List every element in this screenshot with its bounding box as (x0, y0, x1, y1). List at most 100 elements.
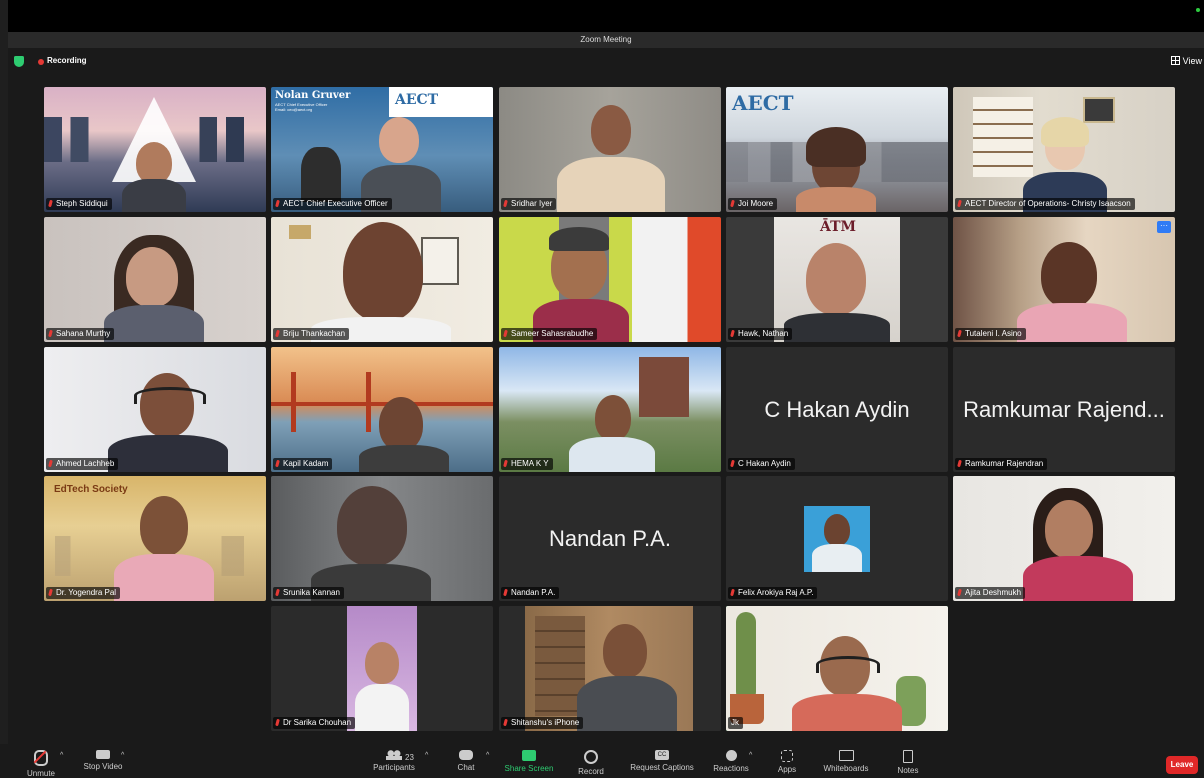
apps-button[interactable]: Apps (772, 750, 802, 774)
tamu-logo: ĀTM (820, 219, 857, 235)
video-tile[interactable]: Shitanshu's iPhone (499, 606, 721, 731)
participant-name: Briju Thankachan (273, 328, 350, 340)
video-tile[interactable]: Nandan P.A. Nandan P.A. (499, 476, 721, 601)
muted-mic-icon (275, 718, 280, 727)
video-feed (953, 87, 1175, 212)
video-feed (953, 476, 1175, 601)
video-tile[interactable]: Briju Thankachan (271, 217, 493, 342)
participant-name: Sahana Murthy (46, 328, 115, 340)
leave-button[interactable]: Leave (1166, 756, 1198, 774)
muted-mic-icon (730, 199, 735, 208)
record-button[interactable]: Record (572, 750, 610, 776)
video-feed (525, 606, 693, 731)
edtech-society-logo: EdTech Society (54, 484, 128, 495)
view-button[interactable]: View (1170, 56, 1202, 66)
video-tile[interactable]: ··· Tutaleni I. Asino (953, 217, 1175, 342)
video-feed (499, 347, 721, 472)
participant-name: HEMA K Y (501, 458, 553, 470)
muted-mic-icon (275, 329, 280, 338)
unmute-button[interactable]: Unmute (22, 750, 60, 778)
muted-mic-icon (275, 588, 280, 597)
video-feed: ĀTM (726, 217, 948, 342)
participant-name: Tutaleni I. Asino (955, 328, 1026, 340)
video-tile[interactable]: Ahmed Lachheb (44, 347, 266, 472)
meeting-toolbar: Unmute ^ Stop Video ^ Participants 23 ^ … (0, 744, 1204, 778)
video-tile-active-speaker[interactable]: Jk (726, 606, 948, 731)
record-icon (584, 750, 598, 764)
participant-name: Steph Siddiqui (46, 198, 112, 210)
participant-name: Ahmed Lachheb (46, 458, 119, 470)
audio-options-chevron-icon[interactable]: ^ (60, 752, 63, 759)
more-options-button[interactable]: ··· (1157, 221, 1171, 233)
muted-mic-icon (275, 459, 280, 468)
muted-mic-icon (48, 459, 53, 468)
share-screen-button[interactable]: Share Screen (500, 750, 558, 773)
video-feed (271, 347, 493, 472)
video-tile[interactable]: Ramkumar Rajend... Ramkumar Rajendran (953, 347, 1175, 472)
notes-label: Notes (897, 766, 919, 775)
shield-icon[interactable] (14, 56, 24, 67)
profile-photo (804, 506, 870, 572)
video-tile[interactable]: Nolan Gruver AECT Chief Executive Office… (271, 87, 493, 212)
chat-chevron-icon[interactable]: ^ (486, 752, 489, 759)
video-tile[interactable]: Dr Sarika Chouhan (271, 606, 493, 731)
video-tile[interactable]: Felix Arokiya Raj A.P. (726, 476, 948, 601)
video-tile[interactable]: Sameer Sahasrabudhe (499, 217, 721, 342)
participant-name: Dr. Yogendra Pal (46, 587, 121, 599)
muted-mic-icon (503, 459, 508, 468)
participant-name: Felix Arokiya Raj A.P. (728, 587, 818, 599)
participant-display-name: Ramkumar Rajend... (963, 397, 1165, 422)
captions-icon: CC (655, 750, 669, 760)
participants-chevron-icon[interactable]: ^ (425, 752, 428, 759)
video-tile[interactable]: Ajita Deshmukh (953, 476, 1175, 601)
muted-mic-icon (957, 199, 962, 208)
video-tile[interactable]: Sridhar Iyer (499, 87, 721, 212)
participant-name: Nandan P.A. (501, 587, 560, 599)
notes-button[interactable]: Notes (890, 750, 926, 775)
apps-label: Apps (777, 765, 797, 774)
participant-name: Ajita Deshmukh (955, 587, 1026, 599)
share-screen-label: Share Screen (504, 764, 554, 773)
aect-logo: AECT (732, 91, 794, 115)
muted-mic-icon (503, 329, 508, 338)
reactions-button[interactable]: Reactions (708, 750, 754, 773)
record-label: Record (578, 767, 604, 776)
participant-name: C Hakan Aydin (728, 458, 795, 470)
video-tile[interactable]: Sahana Murthy (44, 217, 266, 342)
participant-name: Srunika Kannan (273, 587, 344, 599)
video-tile[interactable]: Kapil Kadam (271, 347, 493, 472)
recording-dot-icon (38, 59, 44, 65)
video-tile[interactable]: HEMA K Y (499, 347, 721, 472)
video-tile[interactable]: ĀTM Hawk, Nathan (726, 217, 948, 342)
video-feed (347, 606, 417, 731)
video-tile[interactable]: AECT Joi Moore (726, 87, 948, 212)
muted-mic-icon (957, 329, 962, 338)
recording-label[interactable]: Recording (47, 56, 87, 65)
unmute-label: Unmute (26, 769, 55, 778)
request-captions-label: Request Captions (630, 763, 694, 772)
video-tile[interactable]: Steph Siddiqui (44, 87, 266, 212)
muted-mic-icon (957, 588, 962, 597)
video-tile[interactable]: EdTech Society Dr. Yogendra Pal (44, 476, 266, 601)
participants-label: Participants (373, 763, 415, 772)
reactions-label: Reactions (713, 764, 749, 773)
muted-mic-icon (48, 199, 53, 208)
video-tile[interactable]: C Hakan Aydin C Hakan Aydin (726, 347, 948, 472)
participant-name: AECT Director of Operations- Christy Isa… (955, 198, 1135, 210)
camera-icon (96, 750, 110, 759)
whiteboards-button[interactable]: Whiteboards (816, 750, 876, 773)
participant-name: Ramkumar Rajendran (955, 458, 1048, 470)
video-feed (44, 87, 266, 212)
reactions-chevron-icon[interactable]: ^ (749, 752, 752, 759)
video-tile[interactable]: Srunika Kannan (271, 476, 493, 601)
video-feed: EdTech Society (44, 476, 266, 601)
video-feed (44, 347, 266, 472)
participant-name: Kapil Kadam (273, 458, 333, 470)
request-captions-button[interactable]: CC Request Captions (624, 750, 700, 772)
participant-name: Sameer Sahasrabudhe (501, 328, 598, 340)
window-status-dot (1196, 8, 1200, 12)
video-feed (499, 87, 721, 212)
video-options-chevron-icon[interactable]: ^ (121, 752, 124, 759)
chat-button[interactable]: Chat (452, 750, 480, 772)
video-tile[interactable]: AECT Director of Operations- Christy Isa… (953, 87, 1175, 212)
